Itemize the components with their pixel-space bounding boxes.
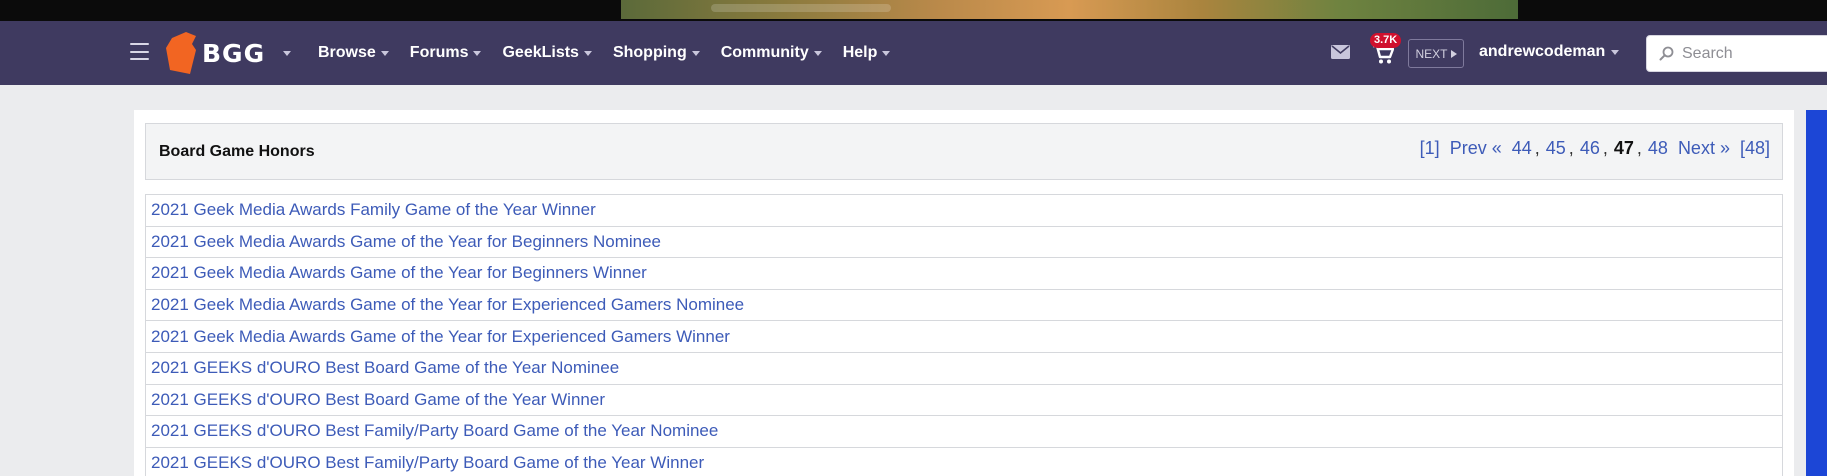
menu-browse[interactable]: Browse <box>318 44 389 62</box>
logo-dropdown-chevron-icon[interactable] <box>283 51 291 56</box>
cart-count-badge: 3.7K <box>1370 33 1402 48</box>
pager-page-45[interactable]: 45 <box>1546 138 1566 159</box>
menu-community[interactable]: Community <box>721 44 822 62</box>
main-content: Board Game Honors [1] Prev « 44 , 45 , 4… <box>134 110 1794 476</box>
honor-link[interactable]: 2021 GEEKS d'OURO Best Family/Party Boar… <box>151 453 704 473</box>
pager-page-46[interactable]: 46 <box>1580 138 1600 159</box>
ad-banner[interactable] <box>621 0 1518 19</box>
list-item: 2021 Geek Media Awards Game of the Year … <box>146 227 1782 259</box>
main-menu: Browse Forums GeekLists Shopping Communi… <box>318 21 911 85</box>
honor-link[interactable]: 2021 Geek Media Awards Family Game of th… <box>151 200 596 220</box>
play-icon <box>1450 49 1457 58</box>
pager-first[interactable]: [1] <box>1420 138 1440 159</box>
list-item: 2021 GEEKS d'OURO Best Board Game of the… <box>146 353 1782 385</box>
honor-link[interactable]: 2021 Geek Media Awards Game of the Year … <box>151 263 647 283</box>
chevron-down-icon <box>882 50 891 56</box>
user-menu[interactable]: andrewcodeman <box>1479 43 1620 61</box>
right-side-ad <box>1806 110 1827 476</box>
menu-help[interactable]: Help <box>843 44 891 62</box>
next-button[interactable]: NEXT <box>1408 39 1464 68</box>
honors-header: Board Game Honors [1] Prev « 44 , 45 , 4… <box>145 123 1783 180</box>
honor-link[interactable]: 2021 GEEKS d'OURO Best Board Game of the… <box>151 390 605 410</box>
search-icon <box>1659 46 1674 61</box>
pager-next[interactable]: Next » <box>1678 138 1730 159</box>
honor-link[interactable]: 2021 GEEKS d'OURO Best Family/Party Boar… <box>151 421 718 441</box>
list-item: 2021 GEEKS d'OURO Best Family/Party Boar… <box>146 448 1782 476</box>
chevron-down-icon <box>473 50 482 56</box>
list-item: 2021 Geek Media Awards Game of the Year … <box>146 290 1782 322</box>
cart-button[interactable]: 3.7K <box>1370 33 1404 69</box>
mail-icon[interactable] <box>1331 45 1350 59</box>
hamburger-menu-icon[interactable] <box>130 43 149 60</box>
bgg-logo[interactable]: BGG <box>166 30 265 76</box>
chevron-down-icon <box>813 50 822 56</box>
honors-list: 2021 Geek Media Awards Family Game of th… <box>145 194 1783 476</box>
honor-link[interactable]: 2021 GEEKS d'OURO Best Board Game of the… <box>151 358 619 378</box>
ad-strip <box>0 0 1827 21</box>
page-title: Board Game Honors <box>159 143 315 160</box>
list-item: 2021 Geek Media Awards Family Game of th… <box>146 195 1782 227</box>
logo-flame-icon <box>166 32 196 74</box>
top-nav: BGG Browse Forums GeekLists Shopping Com… <box>0 21 1827 85</box>
pager-page-44[interactable]: 44 <box>1512 138 1532 159</box>
honor-link[interactable]: 2021 Geek Media Awards Game of the Year … <box>151 327 730 347</box>
honor-link[interactable]: 2021 Geek Media Awards Game of the Year … <box>151 295 744 315</box>
honor-link[interactable]: 2021 Geek Media Awards Game of the Year … <box>151 232 661 252</box>
search-input[interactable] <box>1682 44 1822 63</box>
chevron-down-icon <box>380 50 389 56</box>
pager-prev[interactable]: Prev « <box>1450 138 1502 159</box>
menu-geeklists[interactable]: GeekLists <box>502 44 592 62</box>
pager-page-48[interactable]: 48 <box>1648 138 1668 159</box>
chevron-down-icon <box>583 50 592 56</box>
next-button-label: NEXT <box>1415 46 1448 61</box>
menu-shopping[interactable]: Shopping <box>613 44 700 62</box>
pagination: [1] Prev « 44 , 45 , 46 , 47 , 48 Next »… <box>1419 138 1770 159</box>
pager-current-page: 47 <box>1613 138 1634 158</box>
list-item: 2021 Geek Media Awards Game of the Year … <box>146 258 1782 290</box>
list-item: 2021 GEEKS d'OURO Best Family/Party Boar… <box>146 416 1782 448</box>
logo-text: BGG <box>202 38 266 68</box>
menu-forums[interactable]: Forums <box>410 44 482 62</box>
chevron-down-icon <box>1611 49 1620 55</box>
pager-last[interactable]: [48] <box>1740 138 1770 159</box>
list-item: 2021 Geek Media Awards Game of the Year … <box>146 321 1782 353</box>
list-item: 2021 GEEKS d'OURO Best Board Game of the… <box>146 385 1782 417</box>
search-box[interactable] <box>1646 35 1827 72</box>
username: andrewcodeman <box>1479 43 1606 60</box>
chevron-down-icon <box>691 50 700 56</box>
